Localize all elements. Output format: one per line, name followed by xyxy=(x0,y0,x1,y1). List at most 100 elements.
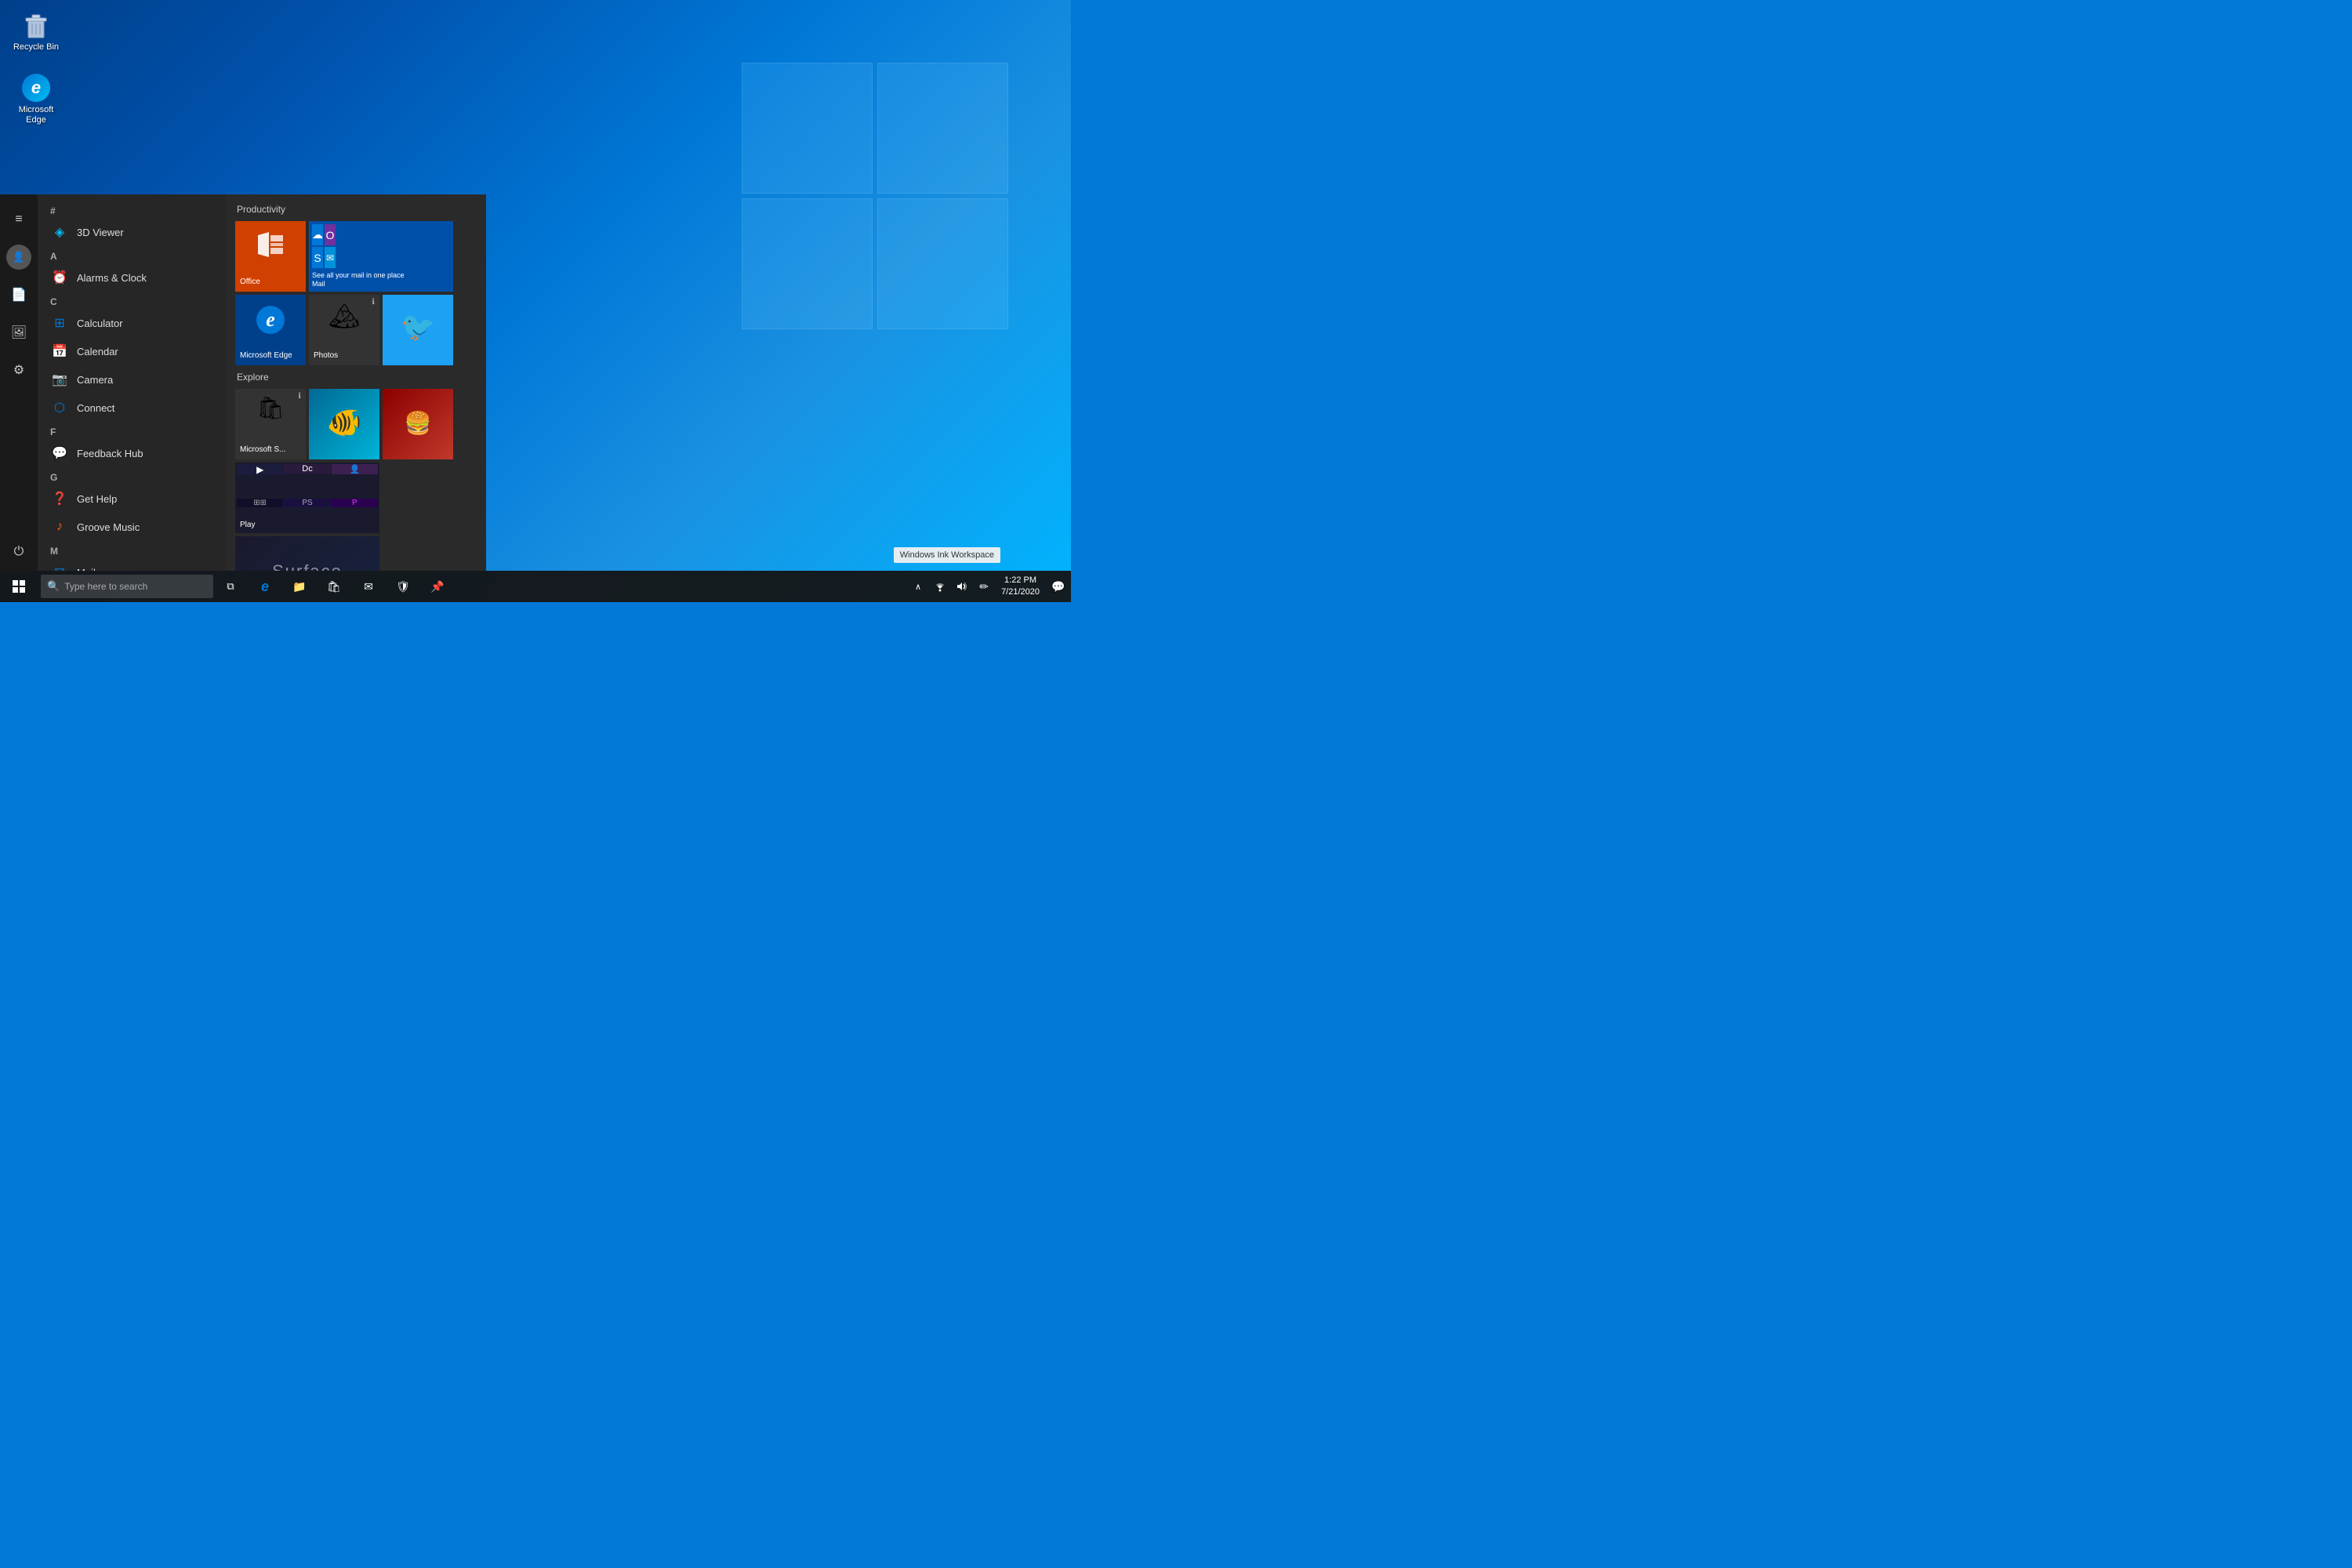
app-3d-viewer[interactable]: ◈ 3D Viewer xyxy=(38,218,226,246)
notification-center-btn[interactable]: 💬 xyxy=(1046,571,1071,602)
app-3d-viewer-label: 3D Viewer xyxy=(77,227,124,238)
explore-row-1: 🛍 ℹ Microsoft S... 🐠 🍔 xyxy=(235,389,477,459)
app-list: # ◈ 3D Viewer A ⏰ Alarms & Clock C ⊞ Cal… xyxy=(38,194,226,571)
tile-ms-store[interactable]: 🛍 ℹ Microsoft S... xyxy=(235,389,306,459)
app-calendar-label: Calendar xyxy=(77,346,118,358)
mail-tile-see-all: See all your mail in one place xyxy=(312,271,405,280)
windows-ink-tooltip: Windows Ink Workspace xyxy=(894,547,1000,563)
recycle-bin-icon[interactable]: Recycle Bin xyxy=(8,8,64,56)
volume-icon[interactable] xyxy=(951,571,973,602)
hamburger-menu-btn[interactable]: ≡ xyxy=(0,201,38,238)
svg-text:e: e xyxy=(266,308,275,331)
windows-logo-wallpaper xyxy=(742,63,1008,329)
clock-time: 1:22 PM xyxy=(1004,575,1036,586)
tile-office[interactable]: Office xyxy=(235,221,306,292)
3d-viewer-icon: ◈ xyxy=(50,223,69,241)
section-hash: # xyxy=(38,201,226,218)
section-a: A xyxy=(38,246,226,263)
edge-taskbar-btn[interactable]: e xyxy=(248,571,282,602)
tile-twitter[interactable]: 🐦 xyxy=(383,295,453,365)
show-hidden-icons-btn[interactable]: ∧ xyxy=(907,571,929,602)
explore-title: Explore xyxy=(235,372,477,383)
recycle-bin-label: Recycle Bin xyxy=(13,42,59,53)
section-m: M xyxy=(38,541,226,558)
microsoft-edge-desktop-icon[interactable]: e Microsoft Edge xyxy=(8,71,64,129)
tile-play[interactable]: ▶ Dc 👤 ⊞⊞ PS P Play xyxy=(235,463,379,533)
app-calculator-label: Calculator xyxy=(77,318,123,329)
mail-taskbar-btn[interactable]: ✉ xyxy=(351,571,386,602)
network-icon[interactable] xyxy=(929,571,951,602)
search-bar[interactable]: 🔍 Type here to search xyxy=(41,575,213,598)
user-avatar[interactable]: 👤 xyxy=(6,245,31,270)
power-btn[interactable]: ⏻ xyxy=(0,533,38,571)
productivity-title: Productivity xyxy=(235,204,477,215)
search-placeholder: Type here to search xyxy=(64,581,147,592)
pictures-btn[interactable]: 🖼 xyxy=(0,314,38,351)
documents-btn[interactable]: 📄 xyxy=(0,276,38,314)
store-taskbar-btn[interactable]: 🛍 xyxy=(317,571,351,602)
tile-edge[interactable]: e Microsoft Edge xyxy=(235,295,306,365)
tiles-panel: Productivity Office xyxy=(226,194,486,571)
app-camera[interactable]: 📷 Camera xyxy=(38,365,226,394)
edge-tile-label: Microsoft Edge xyxy=(240,351,292,361)
clock-area[interactable]: 1:22 PM 7/21/2020 xyxy=(995,571,1046,602)
start-menu: ≡ 👤 📄 🖼 ⚙ ⏻ # ◈ 3D Viewer A ⏰ Alarms & C… xyxy=(0,194,486,571)
app-calculator[interactable]: ⊞ Calculator xyxy=(38,309,226,337)
file-explorer-btn[interactable]: 📁 xyxy=(282,571,317,602)
security-taskbar-btn[interactable]: 🛡 xyxy=(386,571,420,602)
connect-icon: ⬡ xyxy=(50,398,69,417)
clock-date: 7/21/2020 xyxy=(1001,586,1040,598)
tile-surface-ad[interactable]: Surface xyxy=(235,536,379,571)
tile-mail[interactable]: ☁ O S ✉ See all your mail in one place M… xyxy=(309,221,453,292)
desktop: Recycle Bin e Microsoft Edge ≡ 👤 📄 🖼 ⚙ ⏻… xyxy=(0,0,1071,602)
tile-photos[interactable]: 🏔 ℹ Photos xyxy=(309,295,379,365)
section-f: F xyxy=(38,422,226,439)
app-feedback-label: Feedback Hub xyxy=(77,448,143,459)
camera-icon: 📷 xyxy=(50,370,69,389)
app-connect-label: Connect xyxy=(77,402,114,414)
windows-ink-workspace-btn[interactable]: ✏ xyxy=(973,571,995,602)
app-feedback-hub[interactable]: 💬 Feedback Hub xyxy=(38,439,226,467)
recycle-bin-img xyxy=(22,11,50,39)
surface-ad-area: Surface xyxy=(235,536,477,571)
system-tray: ∧ ✏ 1:22 PM xyxy=(907,571,1071,602)
sticky-notes-btn[interactable]: 📌 xyxy=(420,571,455,602)
edge-label: Microsoft Edge xyxy=(11,105,61,125)
start-left-panel: ≡ 👤 📄 🖼 ⚙ ⏻ xyxy=(0,194,38,571)
app-groove-label: Groove Music xyxy=(77,521,140,533)
app-groove-music[interactable]: ♪ Groove Music xyxy=(38,513,226,541)
get-help-icon: ❓ xyxy=(50,489,69,508)
photos-label: Photos xyxy=(314,351,338,361)
calculator-icon: ⊞ xyxy=(50,314,69,332)
alarms-icon: ⏰ xyxy=(50,268,69,287)
play-label: Play xyxy=(240,521,255,530)
edge-icon-img: e xyxy=(22,74,50,102)
app-mail[interactable]: ✉ Mail xyxy=(38,558,226,571)
windows-ink-tooltip-text: Windows Ink Workspace xyxy=(900,550,994,560)
office-label: Office xyxy=(240,278,260,287)
app-get-help[interactable]: ❓ Get Help xyxy=(38,485,226,513)
tile-fish-game[interactable]: 🐠 xyxy=(309,389,379,459)
settings-btn[interactable]: ⚙ xyxy=(0,351,38,389)
app-camera-label: Camera xyxy=(77,374,113,386)
app-connect[interactable]: ⬡ Connect xyxy=(38,394,226,422)
productivity-row-1: Office ☁ O S ✉ See all your mail in one … xyxy=(235,221,477,292)
store-label: Microsoft S... xyxy=(240,445,285,455)
surface-text: Surface xyxy=(272,561,343,571)
explore-row-2: ▶ Dc 👤 ⊞⊞ PS P Play xyxy=(235,463,477,533)
app-alarms-label: Alarms & Clock xyxy=(77,272,147,284)
mail-tile-label: Mail xyxy=(312,280,405,289)
feedback-icon: 💬 xyxy=(50,444,69,463)
taskbar: 🔍 Type here to search ⧉ e 📁 🛍 ✉ 🛡 📌 ∧ xyxy=(0,571,1071,602)
section-c: C xyxy=(38,292,226,309)
task-view-button[interactable]: ⧉ xyxy=(213,571,248,602)
groove-icon: ♪ xyxy=(50,517,69,536)
app-calendar[interactable]: 📅 Calendar xyxy=(38,337,226,365)
start-button[interactable] xyxy=(0,571,38,602)
search-icon: 🔍 xyxy=(47,580,60,593)
section-g: G xyxy=(38,467,226,485)
tile-burger-game[interactable]: 🍔 xyxy=(383,389,453,459)
app-alarms-clock[interactable]: ⏰ Alarms & Clock xyxy=(38,263,226,292)
productivity-row-2: e Microsoft Edge 🏔 ℹ Photos 🐦 xyxy=(235,295,477,365)
app-get-help-label: Get Help xyxy=(77,493,117,505)
